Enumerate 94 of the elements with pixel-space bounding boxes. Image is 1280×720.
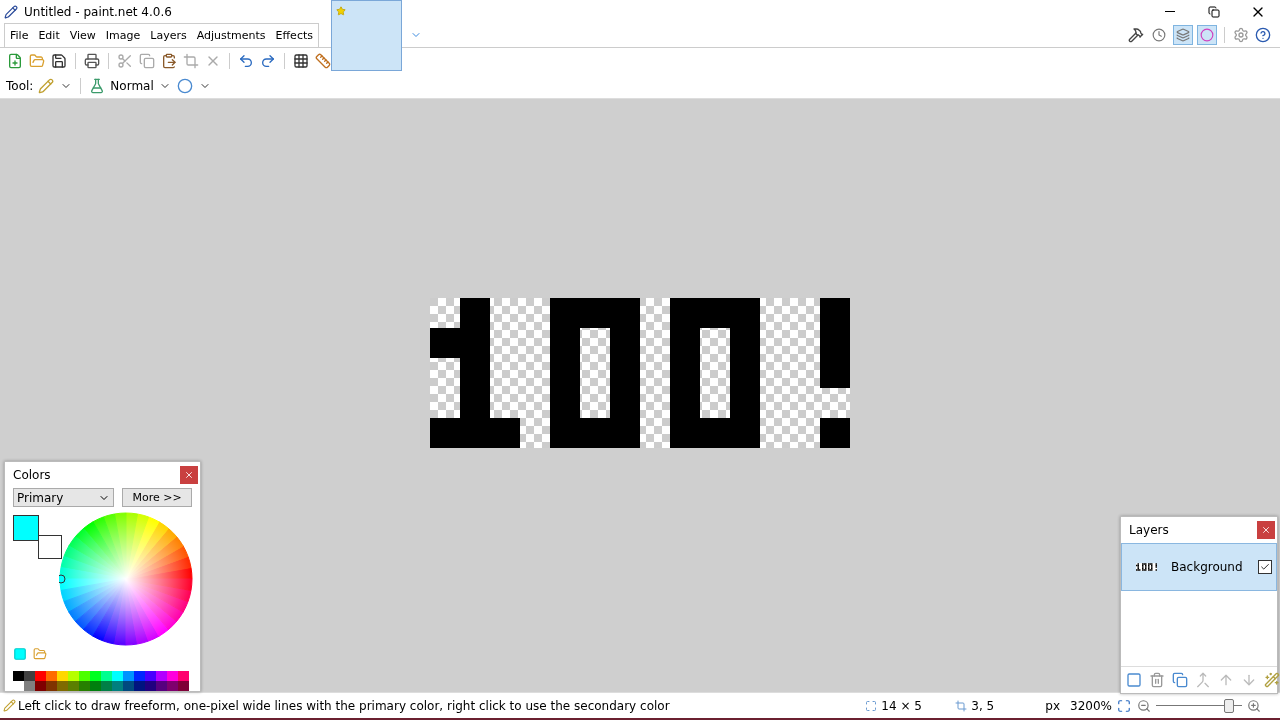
visibility-checkbox[interactable] xyxy=(1258,560,1272,574)
layer-name: Background xyxy=(1171,560,1243,574)
palette-color[interactable] xyxy=(13,671,24,681)
more-button[interactable]: More >> xyxy=(122,488,192,507)
duplicate-layer-icon[interactable] xyxy=(1171,671,1189,689)
zoom-slider-thumb[interactable] xyxy=(1224,699,1235,713)
palette-color[interactable] xyxy=(134,681,145,691)
delete-layer-icon[interactable] xyxy=(1148,671,1166,689)
close-button[interactable] xyxy=(180,466,198,484)
palette-color[interactable] xyxy=(24,681,35,691)
palette-color[interactable] xyxy=(90,681,101,691)
cursor-position-icon xyxy=(955,699,968,712)
panel-title: Layers xyxy=(1129,523,1169,537)
menu-item[interactable]: Effects xyxy=(270,24,318,47)
tool-label: Tool: xyxy=(6,78,34,93)
palette-color[interactable] xyxy=(156,681,167,691)
paste-icon[interactable] xyxy=(160,51,178,70)
color-mode-dropdown[interactable]: Primary xyxy=(13,488,115,507)
ruler-icon[interactable] xyxy=(314,51,332,70)
antialias-icon[interactable] xyxy=(175,76,194,95)
palette-color[interactable] xyxy=(101,681,112,691)
close-icon xyxy=(184,470,194,480)
fit-window-icon[interactable] xyxy=(1116,697,1132,714)
pencil-icon[interactable] xyxy=(37,76,56,95)
palette-color[interactable] xyxy=(167,671,178,681)
palette-icon[interactable] xyxy=(33,647,47,661)
menu-item[interactable]: Edit xyxy=(33,24,65,47)
properties-icon[interactable] xyxy=(1263,671,1280,689)
palette-color[interactable] xyxy=(57,681,68,691)
palette-color[interactable] xyxy=(178,671,189,681)
save-icon[interactable] xyxy=(50,51,68,70)
palette-color[interactable] xyxy=(46,681,57,691)
palette-color[interactable] xyxy=(57,671,68,681)
palette-color[interactable] xyxy=(145,671,156,681)
palette-color[interactable] xyxy=(145,681,156,691)
tools-icon[interactable] xyxy=(1127,26,1145,44)
menu-item[interactable]: File xyxy=(5,24,34,47)
merge-layer-icon[interactable] xyxy=(1194,671,1212,689)
palette-color[interactable] xyxy=(123,671,134,681)
primary-color-swatch[interactable] xyxy=(13,515,39,541)
colors-toggle[interactable] xyxy=(1197,25,1217,45)
palette-color[interactable] xyxy=(178,681,189,691)
check-icon xyxy=(1260,562,1270,572)
window-title: Untitled - paint.net 4.0.6 xyxy=(24,4,172,19)
close-icon xyxy=(1261,525,1271,535)
palette-color[interactable] xyxy=(24,671,35,681)
palette-color[interactable] xyxy=(79,681,90,691)
zoom-value[interactable]: 3200% xyxy=(1070,698,1112,713)
palette-color[interactable] xyxy=(167,681,178,691)
settings-icon[interactable] xyxy=(1232,26,1250,44)
cut-icon[interactable] xyxy=(116,51,134,70)
layer-thumbnail xyxy=(1136,563,1157,571)
image-size-icon xyxy=(865,699,878,712)
minimize-icon xyxy=(1165,11,1175,12)
palette-color[interactable] xyxy=(35,681,46,691)
menu-item[interactable]: Layers xyxy=(145,24,192,47)
palette-color[interactable] xyxy=(134,671,145,681)
palette-color[interactable] xyxy=(156,671,167,681)
panel-title: Colors xyxy=(13,468,51,482)
pencil-icon xyxy=(3,699,16,712)
color-wheel[interactable] xyxy=(59,512,193,646)
palette-color[interactable] xyxy=(101,671,112,681)
palette-color[interactable] xyxy=(46,671,57,681)
print-icon[interactable] xyxy=(83,51,101,70)
restore-icon xyxy=(1208,5,1220,18)
menu-item[interactable]: View xyxy=(64,24,101,47)
blend-mode-label[interactable]: Normal xyxy=(110,78,154,93)
palette-color[interactable] xyxy=(90,671,101,681)
cursor-position: 3, 5 xyxy=(971,698,996,713)
secondary-color-swatch[interactable] xyxy=(38,535,62,559)
palette-color[interactable] xyxy=(79,671,90,681)
image-size: 14 × 5 xyxy=(881,698,923,713)
palette-color[interactable] xyxy=(112,671,123,681)
status-hint: Left click to draw freeform, one-pixel wide lines with the primary color, right click to use the secondary color xyxy=(18,698,670,713)
zoom-out-icon[interactable] xyxy=(1136,697,1152,714)
palette-color[interactable] xyxy=(123,681,134,691)
help-icon[interactable] xyxy=(1254,26,1272,44)
menu-item[interactable]: Image xyxy=(100,24,146,47)
palette-color[interactable] xyxy=(112,681,123,691)
app-icon xyxy=(4,4,18,19)
image-thumbnail[interactable] xyxy=(331,0,402,71)
palette-color[interactable] xyxy=(68,671,79,681)
close-button[interactable] xyxy=(1257,521,1275,539)
add-layer-icon[interactable] xyxy=(1125,671,1143,689)
layers-toggle[interactable] xyxy=(1173,25,1193,45)
units-dropdown[interactable]: px xyxy=(1045,698,1061,713)
grid-icon[interactable] xyxy=(292,51,310,70)
zoom-in-icon[interactable] xyxy=(1246,697,1262,714)
menu-item[interactable]: Adjustments xyxy=(191,24,271,47)
palette-color[interactable] xyxy=(68,681,79,691)
add-color-icon[interactable] xyxy=(13,647,27,661)
layer-row[interactable]: Background xyxy=(1121,543,1277,591)
palette-color[interactable] xyxy=(35,671,46,681)
new-file-icon[interactable] xyxy=(6,51,24,70)
